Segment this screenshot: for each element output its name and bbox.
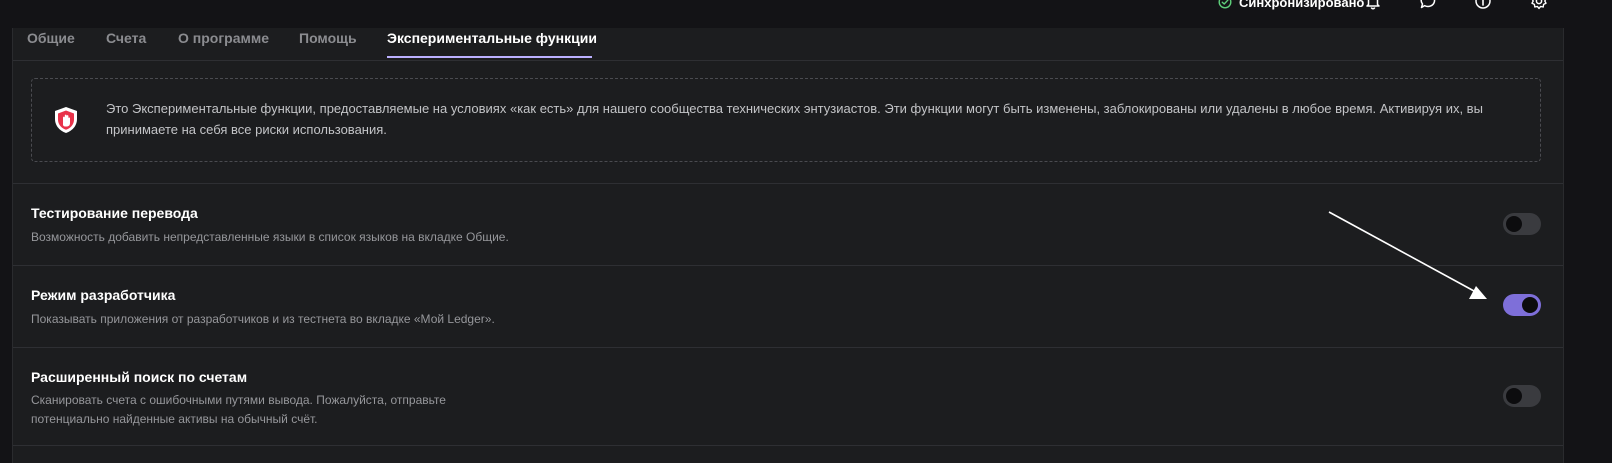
setting-title: Тестирование перевода: [31, 205, 198, 221]
setting-title: Расширенный поиск по счетам: [31, 369, 248, 385]
toggle-knob: [1506, 388, 1522, 404]
setting-description: Сканировать счета с ошибочными путями вы…: [31, 391, 446, 429]
check-circle-icon: [1218, 0, 1232, 9]
divider: [13, 265, 1563, 266]
translation-testing-toggle[interactable]: [1503, 213, 1541, 235]
divider: [13, 183, 1563, 184]
help-icon[interactable]: [1474, 0, 1492, 10]
setting-title: Режим разработчика: [31, 287, 176, 303]
experimental-notice: Это Экспериментальные функции, предостав…: [31, 78, 1541, 162]
settings-tabs: Общие Счета О программе Помощь Экспериме…: [13, 28, 1563, 61]
tab-about[interactable]: О программе: [178, 28, 269, 58]
tab-experimental-features[interactable]: Экспериментальные функции: [387, 28, 597, 58]
gear-icon[interactable]: [1530, 0, 1548, 10]
tab-help[interactable]: Помощь: [299, 28, 357, 58]
active-tab-indicator: [387, 56, 592, 58]
divider: [13, 445, 1563, 446]
setting-description-line: Сканировать счета с ошибочными путями вы…: [31, 393, 446, 407]
tab-accounts[interactable]: Счета: [106, 28, 146, 58]
settings-panel: Общие Счета О программе Помощь Экспериме…: [12, 28, 1564, 463]
tab-general[interactable]: Общие: [27, 28, 75, 58]
setting-description: Возможность добавить непредставленные яз…: [31, 230, 509, 244]
sync-status[interactable]: Синхронизировано: [1218, 0, 1364, 10]
top-bar: Синхронизировано: [0, 0, 1612, 28]
sync-status-label: Синхронизировано: [1239, 0, 1365, 10]
bell-icon[interactable]: [1364, 0, 1382, 10]
setting-description-line: потенциально найденные активы на обычный…: [31, 412, 318, 426]
toggle-knob: [1522, 297, 1538, 313]
setting-description: Показывать приложения от разработчиков и…: [31, 312, 495, 326]
toggle-knob: [1506, 216, 1522, 232]
developer-mode-toggle[interactable]: [1503, 294, 1541, 316]
shield-hand-icon: [55, 107, 77, 133]
divider: [13, 347, 1563, 348]
notice-text: Это Экспериментальные функции, предостав…: [106, 101, 1483, 137]
extended-account-search-toggle[interactable]: [1503, 385, 1541, 407]
chat-icon[interactable]: [1419, 0, 1437, 10]
